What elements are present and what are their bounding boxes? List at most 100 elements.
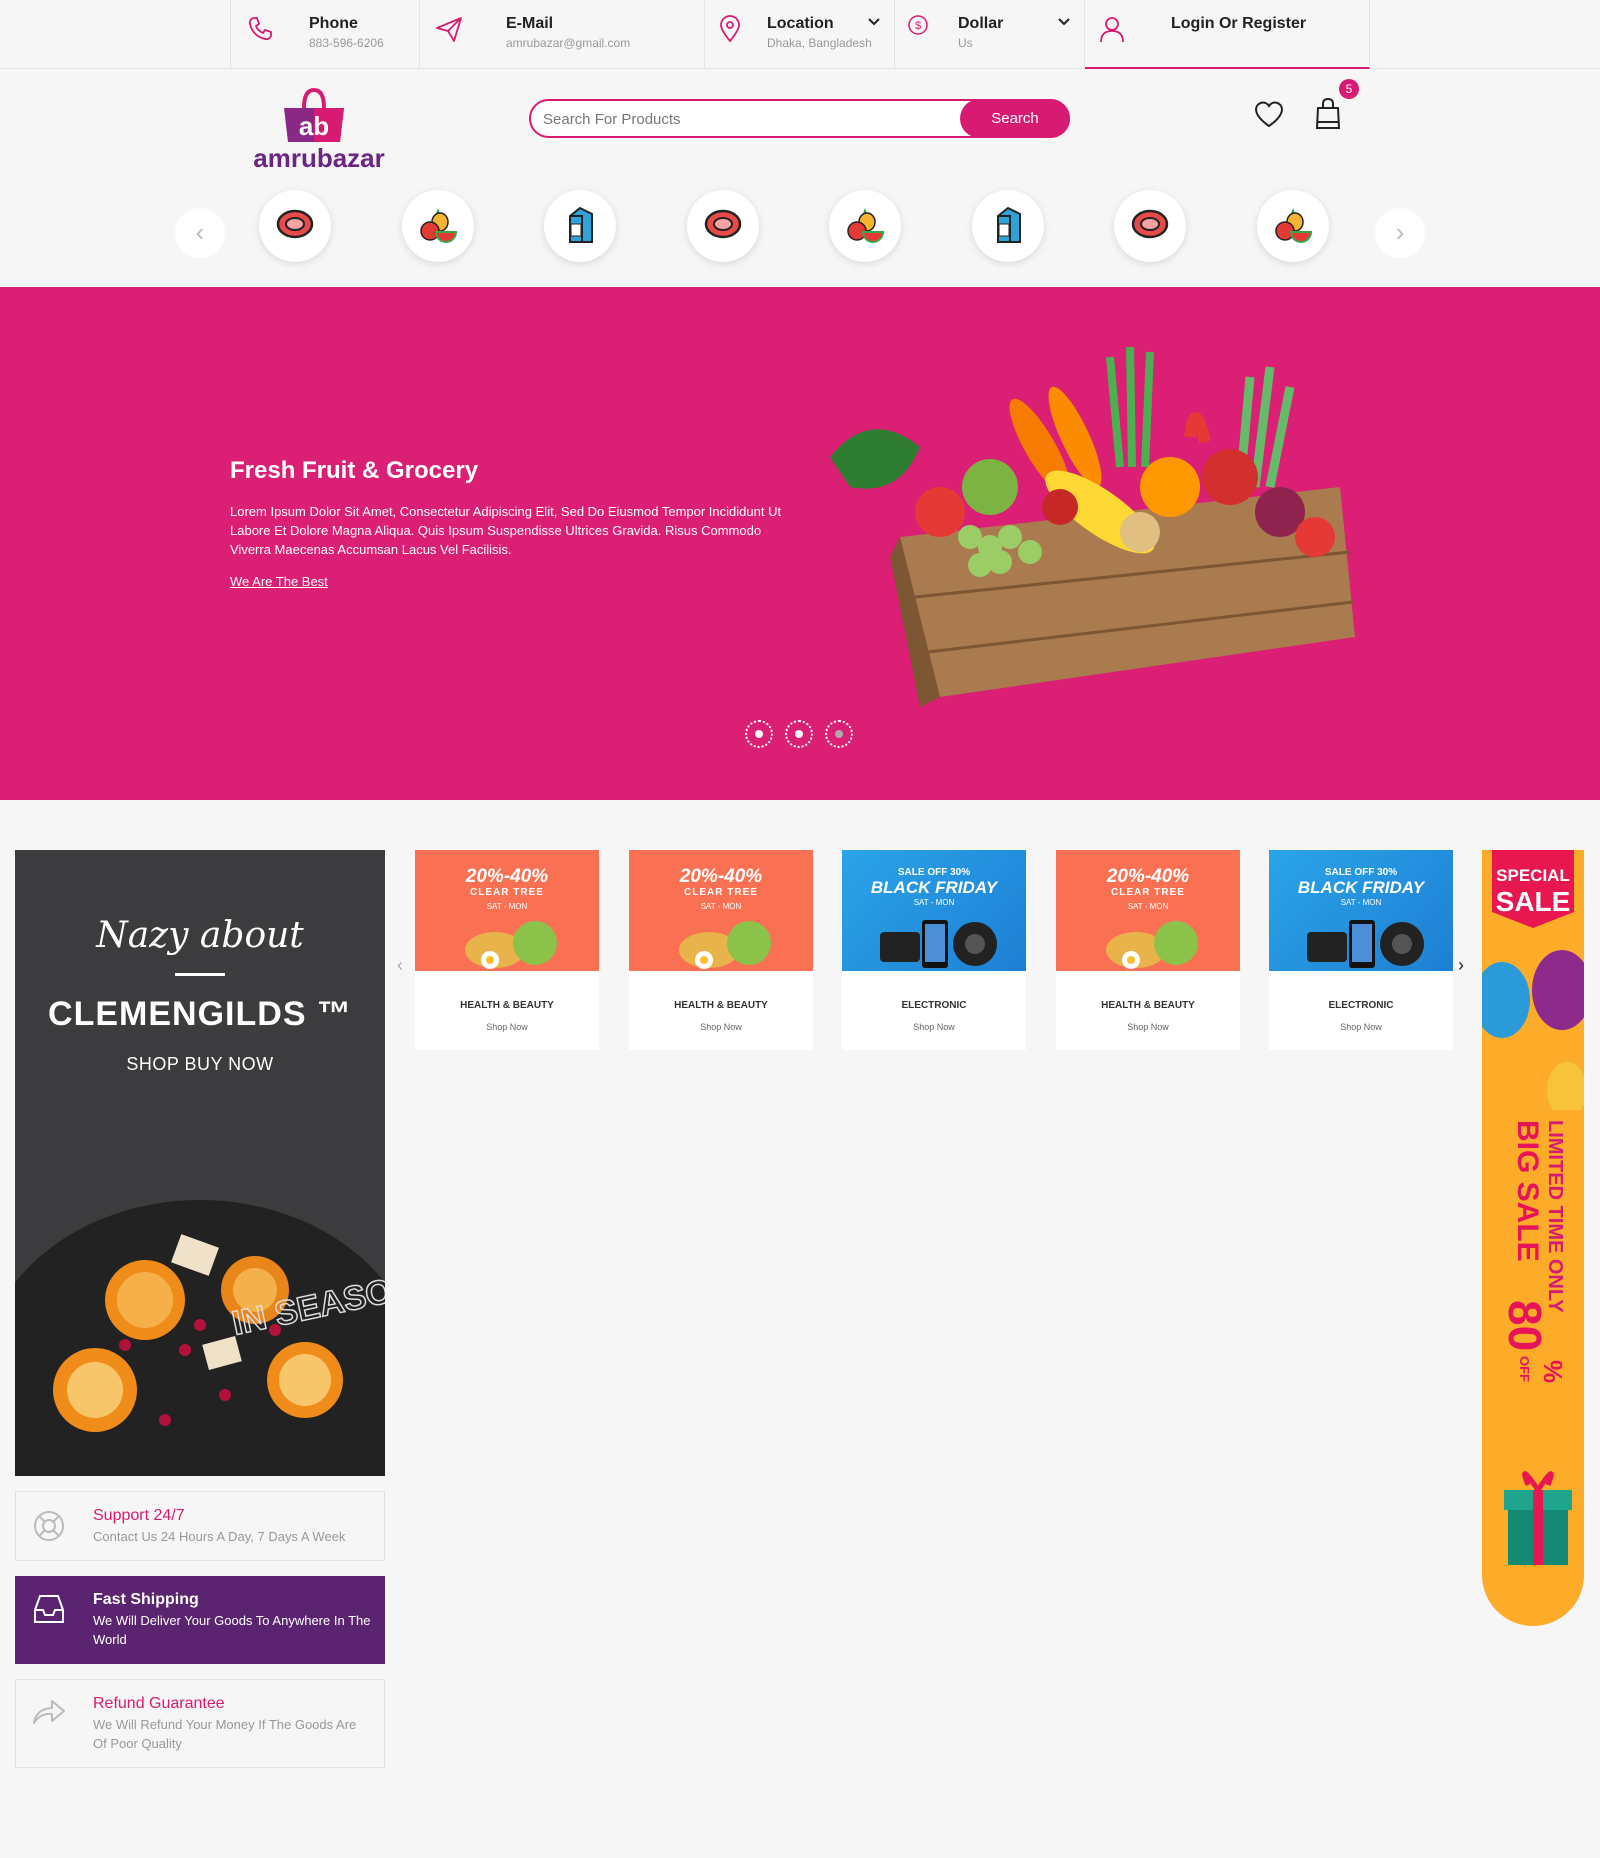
category-milk[interactable] <box>972 190 1044 262</box>
product-card[interactable]: SALE OFF 30% BLACK FRIDAY SAT - MON ELEC… <box>1269 850 1453 1050</box>
produce-image <box>1106 921 1198 969</box>
product-banner: 20%-40% CLEAR TREE SAT - MON <box>629 850 813 971</box>
big-sale-label: BIG SALE <box>1511 1120 1544 1262</box>
sale-label: SALE <box>1495 886 1571 917</box>
fruit-basket-icon <box>1275 208 1313 243</box>
category-fruit[interactable] <box>402 190 474 262</box>
search-bar: Search <box>529 99 1070 138</box>
product-card[interactable]: SALE OFF 30% BLACK FRIDAY SAT - MON ELEC… <box>842 850 1026 1050</box>
phone-number: 883-596-6206 <box>309 36 384 50</box>
product-card[interactable]: 20%-40% CLEAR TREE SAT - MON HEALTH & BE… <box>629 850 813 1050</box>
category-fruit[interactable] <box>829 190 901 262</box>
balloons-image <box>1482 950 1584 1110</box>
heart-icon[interactable] <box>1253 99 1285 129</box>
feature-support: Support 24/7 Contact Us 24 Hours A Day, … <box>15 1491 385 1561</box>
product-category: HEALTH & BEAUTY <box>674 1000 768 1011</box>
milk-carton-icon <box>569 206 593 243</box>
lifebuoy-icon <box>34 1511 64 1541</box>
product-card[interactable]: 20%-40% CLEAR TREE SAT - MON HEALTH & BE… <box>415 850 599 1050</box>
phone-info[interactable]: Phone 883-596-6206 <box>230 0 420 69</box>
feature-title: Refund Guarantee <box>93 1695 225 1712</box>
slider-dot-2[interactable] <box>785 720 813 748</box>
email-title: E-Mail <box>506 15 554 32</box>
feature-description: We Will Refund Your Money If The Goods A… <box>93 1717 357 1751</box>
hero-link[interactable]: We Are The Best <box>230 574 328 589</box>
banner-subline: CLEAR TREE <box>684 887 758 898</box>
product-category: HEALTH & BEAUTY <box>460 1000 554 1011</box>
currency-selector[interactable]: $ Dollar Us <box>895 0 1085 69</box>
shop-now-link[interactable]: Shop Now <box>1269 1022 1453 1032</box>
category-fruit[interactable] <box>1257 190 1329 262</box>
shop-now-link[interactable]: Shop Now <box>842 1022 1026 1032</box>
banner-subline: CLEAR TREE <box>1111 887 1185 898</box>
product-category: ELECTRONIC <box>1328 1000 1394 1011</box>
produce-image <box>679 921 771 969</box>
map-pin-icon <box>720 15 740 43</box>
product-banner: SALE OFF 30% BLACK FRIDAY SAT - MON <box>842 850 1026 971</box>
gift-box-image <box>1504 1471 1572 1565</box>
hero-slider: Fresh Fruit & Grocery Lorem Ipsum Dolor … <box>0 287 1600 800</box>
products-prev-arrow[interactable]: ‹ <box>397 955 403 976</box>
category-meat[interactable] <box>1114 190 1186 262</box>
dollar-circle-icon: $ <box>908 15 928 35</box>
logo-mark: ab <box>299 111 329 141</box>
promo-script-text: Nazy about <box>96 915 304 956</box>
category-prev-arrow[interactable]: ‹ <box>175 208 225 258</box>
shop-now-link[interactable]: Shop Now <box>629 1022 813 1032</box>
promo-divider <box>175 973 225 976</box>
milk-carton-icon <box>997 206 1021 243</box>
feature-description: We Will Deliver Your Goods To Anywhere I… <box>93 1613 371 1647</box>
banner-headline: 20%-40% <box>1106 866 1190 887</box>
category-next-arrow[interactable]: › <box>1375 208 1425 258</box>
shop-now-link[interactable]: Shop Now <box>415 1022 599 1032</box>
banner-days: SAT - MON <box>913 898 955 907</box>
amrubazar-logo[interactable]: ab amrubazar <box>244 84 394 170</box>
inbox-tray-icon <box>34 1595 64 1623</box>
chevron-down-icon <box>1058 18 1070 26</box>
product-category: ELECTRONIC <box>901 1000 967 1011</box>
shopping-bag-icon[interactable] <box>1314 96 1342 130</box>
hero-title: Fresh Fruit & Grocery <box>230 457 479 484</box>
shop-now-link[interactable]: Shop Now <box>1056 1022 1240 1032</box>
search-input[interactable] <box>543 109 933 129</box>
feature-description: Contact Us 24 Hours A Day, 7 Days A Week <box>93 1529 346 1544</box>
location-title: Location <box>767 15 834 32</box>
category-meat[interactable] <box>259 190 331 262</box>
currency-value: Us <box>958 36 973 50</box>
steak-icon <box>704 209 742 239</box>
slider-dot-3[interactable] <box>825 720 853 748</box>
products-next-arrow[interactable]: › <box>1458 955 1464 976</box>
currency-title: Dollar <box>958 15 1004 32</box>
banner-subline: SALE OFF 30% <box>897 867 971 878</box>
phone-title: Phone <box>309 15 358 32</box>
banner-headline: BLACK FRIDAY <box>1297 878 1425 897</box>
product-card[interactable]: 20%-40% CLEAR TREE SAT - MON HEALTH & BE… <box>1056 850 1240 1050</box>
fruit-basket-icon <box>420 208 458 243</box>
feature-title: Support 24/7 <box>93 1507 185 1524</box>
promo-banner[interactable]: Nazy about CLEMENGILDS ™ SHOP BUY NOW IN… <box>15 850 385 1476</box>
top-bar: Phone 883-596-6206 E-Mail amrubazar@gmai… <box>0 0 1600 69</box>
electronics-image <box>1307 920 1424 968</box>
steak-icon <box>1131 209 1169 239</box>
category-meat[interactable] <box>687 190 759 262</box>
feature-shipping: Fast Shipping We Will Deliver Your Goods… <box>15 1576 385 1664</box>
off-label: OFF <box>1517 1356 1532 1382</box>
product-category: HEALTH & BEAUTY <box>1101 1000 1195 1011</box>
chevron-down-icon <box>868 18 880 26</box>
banner-subline: SALE OFF 30% <box>1324 867 1398 878</box>
location-selector[interactable]: Location Dhaka, Bangladesh <box>705 0 895 69</box>
email-address: amrubazar@gmail.com <box>506 36 631 50</box>
big-sale-side-banner[interactable]: SPECIAL SALE LIMITED TIME ONLY BIG SALE … <box>1482 850 1584 1626</box>
promo-cta[interactable]: SHOP BUY NOW <box>15 1054 385 1075</box>
svg-text:$: $ <box>915 20 921 32</box>
search-button[interactable]: Search <box>960 99 1070 138</box>
produce-image <box>465 921 557 969</box>
slider-dot-1[interactable] <box>745 720 773 748</box>
vegetable-crate-image <box>830 346 1355 707</box>
email-info[interactable]: E-Mail amrubazar@gmail.com <box>420 0 705 69</box>
banner-headline: 20%-40% <box>679 866 763 887</box>
banner-subline: CLEAR TREE <box>470 887 544 898</box>
login-register-link[interactable]: Login Or Register <box>1085 0 1370 69</box>
steak-icon <box>276 209 314 239</box>
category-milk[interactable] <box>544 190 616 262</box>
